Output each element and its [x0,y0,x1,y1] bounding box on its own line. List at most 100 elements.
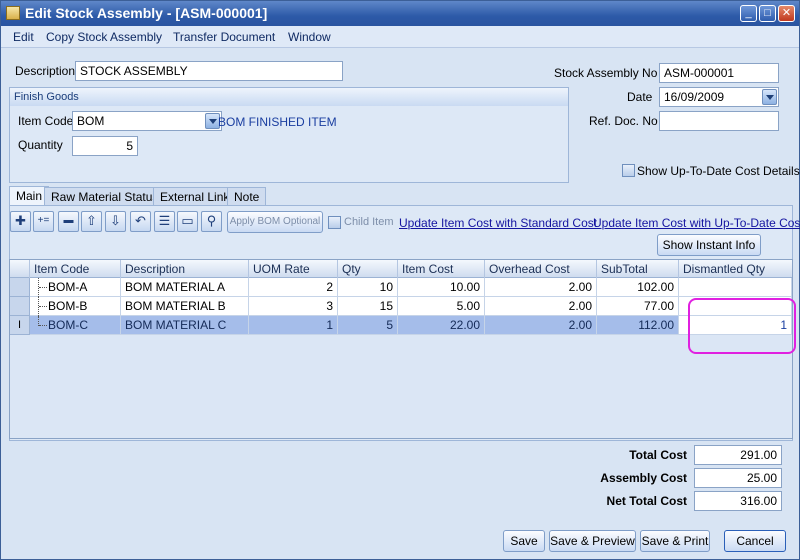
update-standard-cost-link[interactable]: Update Item Cost with Standard Cost [399,216,597,230]
quantity-input[interactable]: 5 [72,136,138,156]
finish-goods-group: Finish Goods Item Code BOM BOM FINISHED … [9,87,569,183]
table-row[interactable]: BOM-A BOM MATERIAL A 2 10 10.00 2.00 102… [10,278,792,297]
cell-qty[interactable]: 15 [338,297,398,316]
column-header-item-code[interactable]: Item Code [30,260,121,278]
title-bar[interactable]: Edit Stock Assembly - [ASM-000001] _ □ ✕ [1,1,799,26]
finish-goods-title: Finish Goods [10,88,568,106]
tab-external-link[interactable]: External Link [153,187,237,206]
net-total-cost-value: 316.00 [694,491,782,511]
assembly-cost-input[interactable]: 25.00 [694,468,782,488]
cell-item-cost[interactable]: 22.00 [398,316,485,335]
total-cost-label: Total Cost [629,448,687,462]
highlight-annotation [688,298,796,354]
cell-subtotal[interactable]: 102.00 [597,278,679,297]
cell-uom-rate[interactable]: 3 [249,297,338,316]
save-preview-button[interactable]: Save & Preview [549,530,636,552]
column-header-subtotal[interactable]: SubTotal [597,260,679,278]
window-title: Edit Stock Assembly - [ASM-000001] [25,5,268,21]
cell-qty[interactable]: 10 [338,278,398,297]
app-icon [6,6,20,20]
apply-bom-optional-button[interactable]: Apply BOM Optional [227,211,323,233]
show-cost-details-label: Show Up-To-Date Cost Details [637,164,800,178]
child-item-checkbox[interactable] [328,216,341,229]
cell-item-cost[interactable]: 10.00 [398,278,485,297]
date-dropdown-icon[interactable] [762,89,777,105]
save-print-button[interactable]: Save & Print [640,530,710,552]
ref-doc-no-label: Ref. Doc. No [589,114,658,128]
item-code-value: BOM [77,114,105,128]
save-button[interactable]: Save [503,530,545,552]
column-header-uom-rate[interactable]: UOM Rate [249,260,338,278]
search-icon[interactable]: ⚲ [201,211,222,232]
stock-assembly-no-label: Stock Assembly No [554,66,658,80]
total-cost-value: 291.00 [694,445,782,465]
menu-edit[interactable]: Edit [13,30,34,44]
row-indicator[interactable] [10,278,30,297]
cell-uom-rate[interactable]: 2 [249,278,338,297]
menu-window[interactable]: Window [288,30,331,44]
tree-connector [38,297,48,316]
cell-item-cost[interactable]: 5.00 [398,297,485,316]
row-indicator[interactable]: I [10,316,30,335]
plus-icon[interactable]: ✚ [10,211,31,232]
cell-subtotal[interactable]: 112.00 [597,316,679,335]
cell-dismantled-qty[interactable] [679,278,792,297]
tree-connector [38,278,48,297]
quantity-label: Quantity [18,138,63,152]
update-uptodate-cost-link[interactable]: Update Item Cost with Up-To-Date Cost [593,216,800,230]
menu-copy-stock-assembly[interactable]: Copy Stock Assembly [46,30,162,44]
column-header-dismantled-qty[interactable]: Dismantled Qty [679,260,792,278]
row-indicator[interactable] [10,297,30,316]
grid-corner [10,260,30,278]
show-cost-details-checkbox[interactable] [622,164,635,177]
date-picker[interactable]: 16/09/2009 [659,87,779,107]
item-code-label: Item Code [18,114,74,128]
list-icon[interactable]: ☰ [154,211,175,232]
move-down-icon[interactable]: ⇩ [105,211,126,232]
items-grid: Item Code Description UOM Rate Qty Item … [9,259,793,439]
table-row-selected[interactable]: I BOM-C BOM MATERIAL C 1 5 22.00 2.00 11… [10,316,792,335]
move-up-icon[interactable]: ⇧ [81,211,102,232]
cell-overhead-cost[interactable]: 2.00 [485,316,597,335]
cancel-button[interactable]: Cancel [724,530,786,552]
column-header-item-cost[interactable]: Item Cost [398,260,485,278]
column-header-description[interactable]: Description [121,260,249,278]
cell-description[interactable]: BOM MATERIAL C [121,316,249,335]
assembly-cost-label: Assembly Cost [600,471,687,485]
close-button[interactable]: ✕ [778,5,795,22]
grid-header: Item Code Description UOM Rate Qty Item … [10,260,792,278]
item-description-text: BOM FINISHED ITEM [218,115,337,129]
table-row[interactable]: BOM-B BOM MATERIAL B 3 15 5.00 2.00 77.0… [10,297,792,316]
tab-main[interactable]: Main [9,186,50,206]
minimize-button[interactable]: _ [740,5,757,22]
cell-subtotal[interactable]: 77.00 [597,297,679,316]
tab-note[interactable]: Note [227,187,267,206]
child-item-label: Child Item [344,216,394,228]
insert-row-icon[interactable]: += [33,211,54,232]
cell-description[interactable]: BOM MATERIAL B [121,297,249,316]
stock-assembly-no-input[interactable]: ASM-000001 [659,63,779,83]
cell-overhead-cost[interactable]: 2.00 [485,297,597,316]
menu-transfer-document[interactable]: Transfer Document [173,30,275,44]
cell-description[interactable]: BOM MATERIAL A [121,278,249,297]
cell-uom-rate[interactable]: 1 [249,316,338,335]
column-header-qty[interactable]: Qty [338,260,398,278]
edit-stock-assembly-window: Edit Stock Assembly - [ASM-000001] _ □ ✕… [0,0,800,560]
tree-connector [38,316,48,326]
undo-icon[interactable]: ↶ [130,211,151,232]
date-value: 16/09/2009 [664,90,725,104]
date-label: Date [627,90,653,104]
detail-icon[interactable]: ▭ [177,211,198,232]
tab-raw-material-status[interactable]: Raw Material Status [44,187,166,206]
restore-button[interactable]: □ [759,5,776,22]
cell-qty[interactable]: 5 [338,316,398,335]
menu-bar: Edit Copy Stock Assembly Transfer Docume… [1,26,799,48]
minus-icon[interactable]: ▬ [58,211,79,232]
column-header-overhead-cost[interactable]: Overhead Cost [485,260,597,278]
ref-doc-no-input[interactable] [659,111,779,131]
description-input[interactable]: STOCK ASSEMBLY [75,61,343,81]
item-code-dropdown[interactable]: BOM [72,111,222,131]
net-total-cost-label: Net Total Cost [606,494,687,508]
show-instant-info-button[interactable]: Show Instant Info [657,234,761,256]
cell-overhead-cost[interactable]: 2.00 [485,278,597,297]
